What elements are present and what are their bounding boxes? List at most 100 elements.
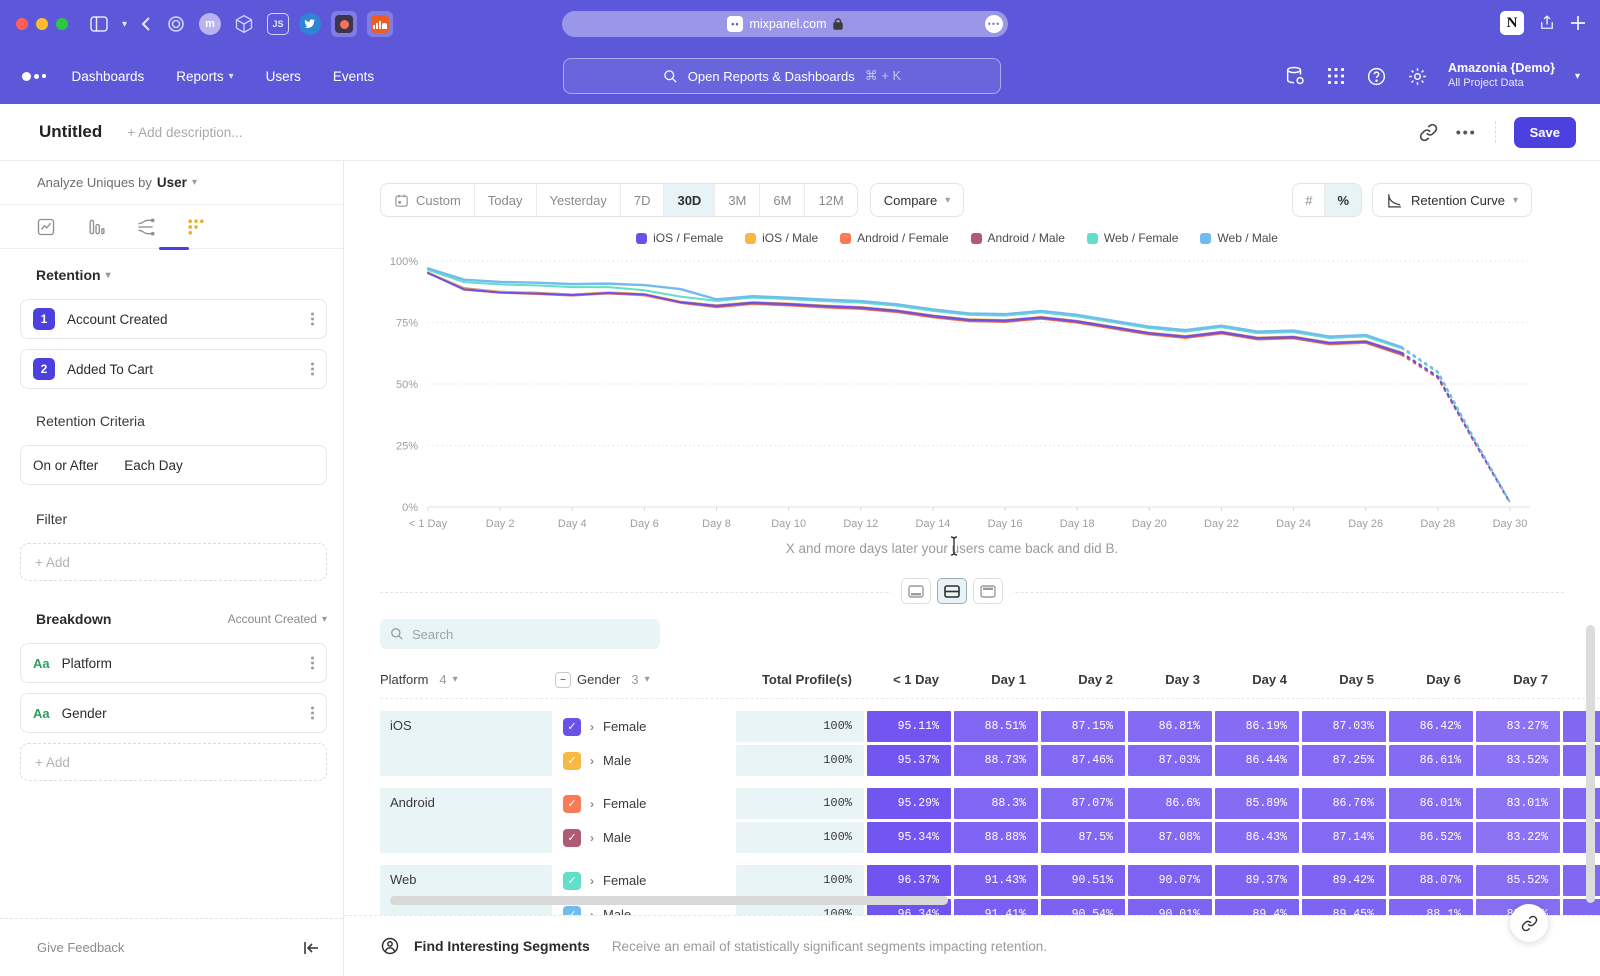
project-switcher[interactable]: Amazonia {Demo} All Project Data xyxy=(1448,61,1555,90)
breakdown-scope-dropdown[interactable]: Account Created▾ xyxy=(228,612,327,626)
day-column-header[interactable]: Day 2 xyxy=(1041,672,1125,687)
platform-cell[interactable]: Android xyxy=(380,788,552,853)
series-checkbox[interactable]: ✓ xyxy=(563,795,581,813)
give-feedback-link[interactable]: Give Feedback xyxy=(37,940,124,955)
nav-item-events[interactable]: Events xyxy=(333,69,374,84)
retention-value-cell[interactable]: 89.4% xyxy=(1215,899,1299,915)
select-all-checkbox[interactable]: – xyxy=(555,672,571,688)
range-yesterday[interactable]: Yesterday xyxy=(537,184,621,216)
minimize-window-button[interactable] xyxy=(36,18,48,30)
legend-item[interactable]: Android / Female xyxy=(840,231,948,245)
more-actions-icon[interactable]: ••• xyxy=(1456,124,1477,140)
cube-icon[interactable] xyxy=(231,11,257,37)
tab-retention[interactable] xyxy=(184,215,208,239)
analyze-uniques-row[interactable]: Analyze Uniques by User ▾ xyxy=(0,161,343,205)
day-column-header[interactable]: Day 4 xyxy=(1215,672,1299,687)
retention-value-cell[interactable]: 88.73% xyxy=(954,745,1038,776)
tab-insights[interactable] xyxy=(34,215,58,239)
series-checkbox[interactable]: ✓ xyxy=(563,752,581,770)
retention-value-cell[interactable]: 86.01% xyxy=(1389,788,1473,819)
retention-value-cell[interactable]: 87.15% xyxy=(1041,711,1125,742)
retention-step-2[interactable]: 2Added To Cart xyxy=(20,349,327,389)
legend-item[interactable]: Web / Male xyxy=(1200,231,1277,245)
retention-value-cell[interactable]: 91.41% xyxy=(954,899,1038,915)
retention-value-cell[interactable]: 95.37% xyxy=(867,745,951,776)
day-column-header[interactable]: < 1 Day xyxy=(867,672,951,687)
series-checkbox[interactable]: ✓ xyxy=(563,718,581,736)
layout-table-only-button[interactable] xyxy=(973,578,1003,604)
gender-cell[interactable]: ✓›Male xyxy=(555,745,733,776)
retention-value-cell[interactable]: 88.88% xyxy=(954,822,1038,853)
share-icon[interactable] xyxy=(1538,14,1556,32)
global-search-button[interactable]: Open Reports & Dashboards ⌘ + K xyxy=(563,58,1001,94)
range-custom[interactable]: Custom xyxy=(381,184,475,216)
zoom-window-button[interactable] xyxy=(56,18,68,30)
retention-value-cell[interactable]: 88.3% xyxy=(954,788,1038,819)
day-column-header[interactable]: Day 1 xyxy=(954,672,1038,687)
retention-value-cell[interactable]: 89.37% xyxy=(1215,865,1299,896)
collapse-sidebar-icon[interactable] xyxy=(303,941,319,955)
retention-value-cell[interactable]: 88.51% xyxy=(954,711,1038,742)
format-percent-button[interactable]: % xyxy=(1325,184,1361,216)
retention-value-cell[interactable]: 87.5% xyxy=(1041,822,1125,853)
series-checkbox[interactable]: ✓ xyxy=(563,829,581,847)
retention-value-cell[interactable]: 90.07% xyxy=(1128,865,1212,896)
retention-value-cell[interactable]: 85.89% xyxy=(1215,788,1299,819)
gender-cell[interactable]: ✓›Male xyxy=(555,822,733,853)
nav-item-dashboards[interactable]: Dashboards xyxy=(72,69,145,84)
kebab-menu-icon[interactable] xyxy=(311,363,314,376)
retention-section-header[interactable]: Retention▾ xyxy=(20,267,327,283)
retention-value-cell[interactable]: 83.01% xyxy=(1476,788,1560,819)
range-12m[interactable]: 12M xyxy=(805,184,856,216)
breakdown-add-button[interactable]: + Add xyxy=(20,743,327,781)
range-3m[interactable]: 3M xyxy=(715,184,760,216)
retention-value-cell[interactable]: 87.14% xyxy=(1302,822,1386,853)
format-number-button[interactable]: # xyxy=(1293,184,1325,216)
row-expand-chevron-icon[interactable]: › xyxy=(590,908,594,916)
retention-value-cell[interactable]: 89.42% xyxy=(1302,865,1386,896)
copy-link-icon[interactable] xyxy=(1419,123,1438,142)
layout-chart-only-button[interactable] xyxy=(901,578,931,604)
retention-value-cell[interactable]: 85.52% xyxy=(1476,865,1560,896)
legend-item[interactable]: iOS / Male xyxy=(745,231,818,245)
tab-flows[interactable] xyxy=(134,215,158,239)
retention-value-cell[interactable]: 86.19% xyxy=(1215,711,1299,742)
retention-value-cell[interactable]: 87.03% xyxy=(1302,711,1386,742)
retention-value-cell[interactable]: 88.1% xyxy=(1389,899,1473,915)
series-checkbox[interactable]: ✓ xyxy=(563,872,581,890)
kebab-menu-icon[interactable] xyxy=(311,707,314,720)
kebab-menu-icon[interactable] xyxy=(311,313,314,326)
bird-icon[interactable] xyxy=(299,13,321,35)
notion-icon[interactable]: N xyxy=(1500,11,1524,35)
retention-value-cell[interactable]: 96.37% xyxy=(867,865,951,896)
close-window-button[interactable] xyxy=(16,18,28,30)
platform-cell[interactable]: iOS xyxy=(380,711,552,776)
gender-cell[interactable]: ✓›Female xyxy=(555,788,733,819)
horizontal-scrollbar[interactable] xyxy=(390,896,948,905)
report-description-placeholder[interactable]: + Add description... xyxy=(127,125,242,140)
legend-item[interactable]: iOS / Female xyxy=(636,231,723,245)
breakdown-gender[interactable]: AaGender xyxy=(20,693,327,733)
retention-value-cell[interactable]: 86.43% xyxy=(1215,822,1299,853)
range-today[interactable]: Today xyxy=(475,184,537,216)
retention-value-cell[interactable]: 87.03% xyxy=(1128,745,1212,776)
row-expand-chevron-icon[interactable]: › xyxy=(590,754,594,768)
soundcloud-icon[interactable] xyxy=(367,11,393,37)
settings-gear-icon[interactable] xyxy=(1407,66,1428,87)
legend-item[interactable]: Web / Female xyxy=(1087,231,1178,245)
apps-grid-icon[interactable] xyxy=(1326,66,1346,86)
gender-column-header[interactable]: – Gender3▾ xyxy=(555,672,733,688)
retention-criteria-card[interactable]: On or After Each Day xyxy=(20,445,327,485)
row-expand-chevron-icon[interactable]: › xyxy=(590,874,594,888)
range-7d[interactable]: 7D xyxy=(621,184,665,216)
retention-value-cell[interactable]: 87.08% xyxy=(1128,822,1212,853)
series-checkbox[interactable]: ✓ xyxy=(563,906,581,916)
retention-value-cell[interactable]: 86.44% xyxy=(1215,745,1299,776)
retention-value-cell[interactable]: 90.51% xyxy=(1041,865,1125,896)
tab-funnels[interactable] xyxy=(84,215,108,239)
vertical-scrollbar[interactable] xyxy=(1586,625,1595,903)
retention-value-cell[interactable]: 83.52% xyxy=(1476,745,1560,776)
day-column-header[interactable]: Day 6 xyxy=(1389,672,1473,687)
share-link-fab[interactable] xyxy=(1510,904,1548,942)
retention-step-1[interactable]: 1Account Created xyxy=(20,299,327,339)
